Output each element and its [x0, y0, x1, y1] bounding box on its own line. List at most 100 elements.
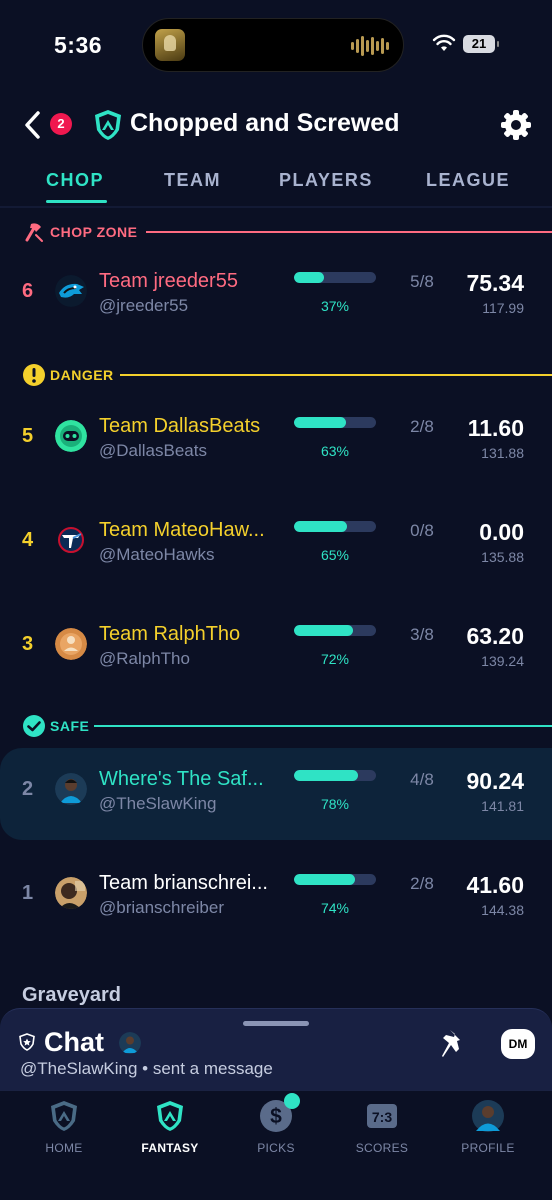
- warning-icon: [23, 364, 45, 386]
- team-handle: @TheSlawKing: [99, 794, 217, 813]
- chat-last-message: @TheSlawKing • sent a message: [20, 1059, 273, 1078]
- team-score: 75.34: [466, 270, 524, 296]
- team-name: Team MateoHaw...: [99, 519, 265, 541]
- progress-percent: 65%: [320, 547, 350, 563]
- tab-team[interactable]: TEAM: [164, 170, 221, 191]
- projected-score: 117.99: [482, 300, 524, 316]
- section-divider: [146, 231, 552, 233]
- progress-percent: 78%: [320, 796, 350, 812]
- robot-avatar-icon: [55, 420, 87, 452]
- pin-icon[interactable]: [438, 1027, 468, 1061]
- team-name: Team brianschrei...: [99, 872, 268, 894]
- progress-percent: 63%: [320, 443, 350, 459]
- league-shield-icon: [95, 110, 121, 140]
- team-name: Team jreeder55: [99, 270, 238, 292]
- check-circle-icon: [23, 715, 45, 737]
- team-name: Team DallasBeats: [99, 415, 261, 437]
- section-divider: [94, 725, 552, 727]
- section-label: CHOP ZONE: [50, 224, 138, 240]
- battery-indicator: 21: [463, 35, 499, 53]
- team-handle: @brianschreiber: [99, 898, 224, 917]
- progress-fill: [294, 874, 355, 885]
- player-photo-icon: [55, 773, 87, 805]
- chat-panel[interactable]: Chat @TheSlawKing • sent a message DM: [0, 1008, 552, 1090]
- nav-label: FANTASY: [141, 1141, 199, 1155]
- nav-label: HOME: [45, 1141, 83, 1155]
- team-handle: @MateoHawks: [99, 545, 215, 564]
- players-played: 3/8: [410, 625, 434, 644]
- rank-number: 2: [22, 778, 34, 800]
- drag-handle[interactable]: [243, 1021, 309, 1026]
- nav-label: SCORES: [355, 1141, 409, 1155]
- players-played: 2/8: [410, 417, 434, 436]
- rank-number: 6: [22, 280, 34, 302]
- dm-button[interactable]: DM: [501, 1029, 535, 1059]
- progress-bar: [294, 272, 376, 283]
- players-played: 0/8: [410, 521, 434, 540]
- profile-avatar-icon: [472, 1100, 504, 1132]
- section-label: SAFE: [50, 718, 90, 734]
- bottom-nav: HOME FANTASY $ PICKS 7:3 SCORES PROFILE: [0, 1090, 552, 1200]
- progress-percent: 72%: [320, 651, 350, 667]
- team-handle: @RalphTho: [99, 649, 190, 668]
- standings-row[interactable]: 3 Team RalphTho @RalphTho 72% 3/8 63.20 …: [0, 603, 552, 695]
- now-playing-artwork: [155, 29, 185, 61]
- panthers-logo-icon: [55, 275, 87, 307]
- players-played: 2/8: [410, 874, 434, 893]
- dynamic-island[interactable]: [142, 18, 404, 72]
- notification-badge[interactable]: 2: [50, 113, 72, 135]
- projected-score: 144.38: [481, 902, 524, 918]
- players-played: 4/8: [410, 770, 434, 789]
- tab-divider: [0, 206, 552, 208]
- progress-fill: [294, 625, 354, 636]
- rank-number: 3: [22, 633, 34, 655]
- projected-score: 141.81: [481, 798, 524, 814]
- tab-chop[interactable]: CHOP: [46, 170, 104, 191]
- orange-avatar-icon: [55, 628, 87, 660]
- progress-percent: 37%: [320, 298, 350, 314]
- nav-scores[interactable]: 7:3 SCORES: [342, 1099, 422, 1155]
- team-handle: @jreeder55: [99, 296, 189, 315]
- section-chop-zone: CHOP ZONE: [0, 222, 552, 242]
- gear-icon[interactable]: [498, 107, 534, 143]
- league-title: Chopped and Screwed: [130, 109, 400, 137]
- tab-players[interactable]: PLAYERS: [279, 170, 373, 191]
- projected-score: 139.24: [481, 653, 524, 669]
- tab-league[interactable]: LEAGUE: [426, 170, 510, 191]
- progress-bar: [294, 521, 376, 532]
- team-score: 0.00: [479, 519, 524, 545]
- scoreboard-text: 7:3: [372, 1109, 392, 1125]
- progress-bar: [294, 417, 376, 428]
- rank-number: 1: [22, 882, 34, 904]
- nav-fantasy[interactable]: FANTASY: [130, 1099, 210, 1155]
- back-button[interactable]: [20, 108, 46, 142]
- team-name: Where's The Saf...: [99, 768, 264, 790]
- standings-row[interactable]: 4 Team MateoHaw... @MateoHawks 65% 0/8 0…: [0, 499, 552, 591]
- chat-title: Chat: [44, 1027, 104, 1057]
- standings-row-current-user[interactable]: 2 Where's The Saf... @TheSlawKing 78% 4/…: [0, 748, 552, 840]
- team-score: 90.24: [466, 768, 524, 794]
- graveyard-heading: Graveyard: [22, 984, 121, 1006]
- chat-user-avatar: [119, 1032, 141, 1054]
- league-header: 2 Chopped and Screwed: [0, 100, 552, 150]
- team-score: 11.60: [467, 415, 524, 441]
- axe-icon: [25, 223, 43, 242]
- shield-star-icon: [19, 1033, 35, 1051]
- section-safe: SAFE: [0, 715, 552, 737]
- team-handle: @DallasBeats: [99, 441, 207, 460]
- standings-row[interactable]: 6 Team jreeder55 @jreeder55 37% 5/8 75.3…: [0, 250, 552, 342]
- section-label: DANGER: [50, 367, 114, 383]
- standings-row[interactable]: 1 Team brianschrei... @brianschreiber 74…: [0, 852, 552, 944]
- nav-picks[interactable]: $ PICKS: [236, 1093, 316, 1155]
- rank-number: 5: [22, 425, 34, 447]
- progress-bar: [294, 770, 376, 781]
- team-score: 63.20: [466, 623, 524, 649]
- progress-bar: [294, 625, 376, 636]
- shield-logo-icon: [51, 1101, 77, 1131]
- nav-profile[interactable]: PROFILE: [448, 1099, 528, 1155]
- nav-home[interactable]: HOME: [24, 1099, 104, 1155]
- standings-row[interactable]: 5 Team DallasBeats @DallasBeats 63% 2/8 …: [0, 395, 552, 487]
- section-danger: DANGER: [0, 364, 552, 386]
- progress-bar: [294, 874, 376, 885]
- progress-percent: 74%: [320, 900, 350, 916]
